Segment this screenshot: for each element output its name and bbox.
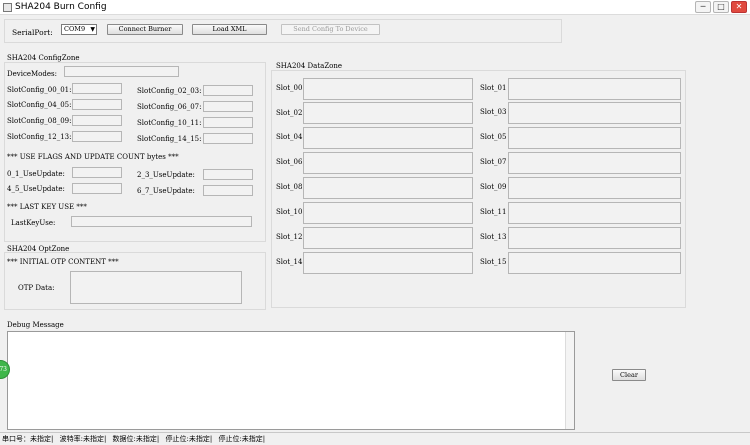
slot-02-label: Slot_02 [276,109,303,117]
use-update-4-5-field[interactable] [72,183,122,194]
slot-config-02-03-field[interactable] [203,85,253,96]
send-config-button[interactable]: Send Config To Device [281,24,380,35]
slot-02-field[interactable] [303,102,473,124]
slot-00-label: Slot_00 [276,84,303,92]
app-icon [3,3,12,12]
slot-config-04-05-label: SlotConfig_04_05: [7,101,72,109]
slot-01-field[interactable] [508,78,681,100]
debug-message-box[interactable] [7,331,575,430]
use-update-0-1-field[interactable] [72,167,122,178]
slot-08-field[interactable] [303,177,473,199]
slot-04-field[interactable] [303,127,473,149]
otp-initial-header: *** INITIAL OTP CONTENT *** [7,258,119,266]
title-bar [0,0,750,15]
use-update-6-7-field[interactable] [203,185,253,196]
slot-config-08-09-label: SlotConfig_08_09: [7,117,72,125]
window-title: SHA204 Burn Config [15,2,107,12]
slot-13-label: Slot_13 [480,233,507,241]
slot-12-label: Slot_12 [276,233,303,241]
slot-13-field[interactable] [508,227,681,249]
status-stop-bits-2: 停止位:未指定| [218,435,266,443]
slot-10-label: Slot_10 [276,208,303,216]
data-zone-title: SHA204 DataZone [276,62,343,70]
slot-config-10-11-label: SlotConfig_10_11: [137,119,202,127]
close-button[interactable]: ✕ [731,1,747,13]
slot-11-label: Slot_11 [480,208,507,216]
slot-03-label: Slot_03 [480,108,507,116]
otp-data-field[interactable] [70,271,242,304]
slot-01-label: Slot_01 [480,84,507,92]
otp-zone-title: SHA204 OptZone [7,245,70,253]
last-key-header: *** LAST KEY USE *** [7,203,87,211]
device-modes-label: DeviceModes: [7,70,57,78]
debug-title: Debug Message [7,321,64,329]
slot-10-field[interactable] [303,202,473,224]
slot-config-12-13-label: SlotConfig_12_13: [7,133,72,141]
slot-config-00-01-label: SlotConfig_00_01: [7,86,72,94]
use-update-0-1-label: 0_1_UseUpdate: [7,170,65,178]
slot-07-field[interactable] [508,152,681,174]
chevron-down-icon: ▼ [90,26,95,33]
use-update-2-3-label: 2_3_UseUpdate: [137,171,195,179]
load-xml-button[interactable]: Load XML [192,24,267,35]
slot-config-00-01-field[interactable] [72,83,122,94]
use-update-2-3-field[interactable] [203,169,253,180]
slot-15-label: Slot_15 [480,258,507,266]
slot-05-label: Slot_05 [480,133,507,141]
slot-00-field[interactable] [303,78,473,100]
slot-11-field[interactable] [508,202,681,224]
clear-button[interactable]: Clear [612,369,646,381]
last-key-label: LastKeyUse: [11,219,56,227]
slot-config-06-07-field[interactable] [203,101,253,112]
slot-06-label: Slot_06 [276,158,303,166]
slot-config-12-13-field[interactable] [72,131,122,142]
slot-config-10-11-field[interactable] [203,117,253,128]
use-flags-header: *** USE FLAGS AND UPDATE COUNT bytes *** [7,153,179,161]
slot-14-field[interactable] [303,252,473,274]
slot-05-field[interactable] [508,127,681,149]
use-update-4-5-label: 4_5_UseUpdate: [7,185,65,193]
slot-08-label: Slot_08 [276,183,303,191]
slot-09-field[interactable] [508,177,681,199]
slot-15-field[interactable] [508,252,681,274]
device-modes-field[interactable] [64,66,179,77]
status-baud-rate: 波特率:未指定| [59,435,107,443]
slot-config-04-05-field[interactable] [72,99,122,110]
serial-port-combo[interactable]: COM9 ▼ [61,24,97,35]
slot-12-field[interactable] [303,227,473,249]
slot-07-label: Slot_07 [480,158,507,166]
slot-config-08-09-field[interactable] [72,115,122,126]
slot-06-field[interactable] [303,152,473,174]
slot-config-06-07-label: SlotConfig_06_07: [137,103,202,111]
status-data-bits: 数据位:未指定| [112,435,160,443]
status-stop-bits: 停止位:未指定| [165,435,213,443]
connect-burner-button[interactable]: Connect Burner [107,24,183,35]
status-bar: 串口号：未指定| 波特率:未指定| 数据位:未指定| 停止位:未指定| 停止位:… [0,432,750,445]
slot-config-14-15-label: SlotConfig_14_15: [137,135,202,143]
otp-data-label: OTP Data: [18,284,55,292]
slot-09-label: Slot_09 [480,183,507,191]
maximize-button[interactable]: □ [713,1,729,13]
slot-04-label: Slot_04 [276,133,303,141]
debug-scrollbar[interactable] [565,332,574,429]
minimize-button[interactable]: ─ [695,1,711,13]
slot-config-14-15-field[interactable] [203,133,253,144]
status-serial-port: 串口号：未指定| [2,435,54,443]
slot-14-label: Slot_14 [276,258,303,266]
last-key-field[interactable] [71,216,252,227]
slot-config-02-03-label: SlotConfig_02_03: [137,87,202,95]
config-zone-title: SHA204 ConfigZone [7,54,80,62]
slot-03-field[interactable] [508,102,681,124]
use-update-6-7-label: 6_7_UseUpdate: [137,187,195,195]
serial-port-value: COM9 [64,25,86,33]
serial-port-label: SerialPort: [12,28,53,37]
